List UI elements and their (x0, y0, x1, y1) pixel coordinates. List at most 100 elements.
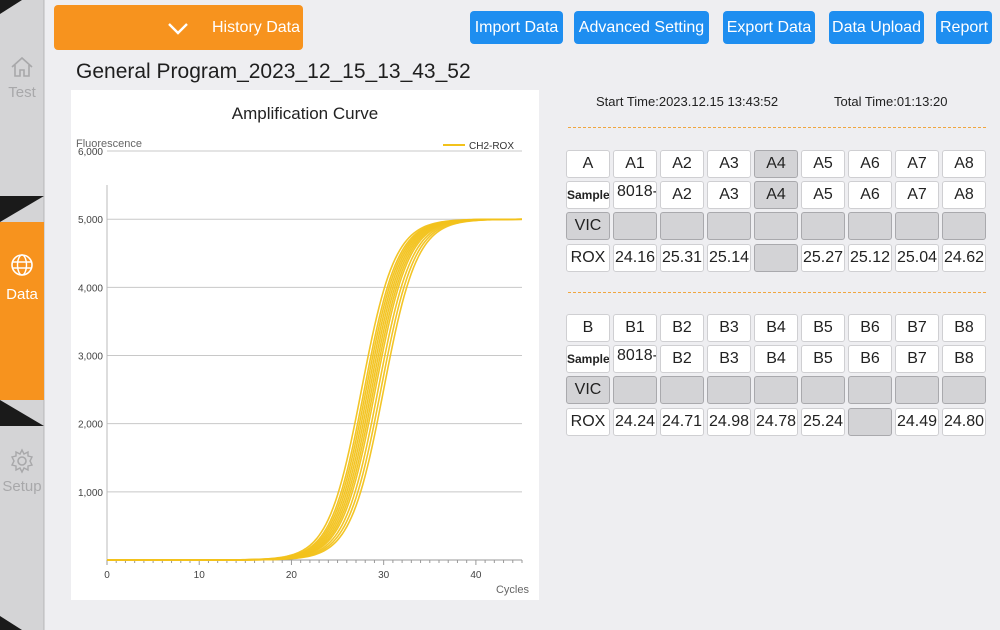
vic-ct-cell (895, 376, 939, 404)
well-button[interactable]: B5 (801, 314, 845, 342)
vic-ct-cell (942, 376, 986, 404)
rox-channel-button[interactable]: ROX (566, 244, 610, 272)
sample-label: Sample (566, 345, 610, 373)
x-tick-label: 10 (194, 570, 206, 581)
rox-channel-button[interactable]: ROX (566, 408, 610, 436)
vic-ct-cell (848, 212, 892, 240)
sample-cell[interactable]: 8018-01 (613, 181, 657, 209)
rox-ct-cell: 25.31 (660, 244, 704, 272)
rox-ct-cell: 24.49 (895, 408, 939, 436)
sample-cell[interactable]: B3 (707, 345, 751, 373)
vic-ct-cell (660, 212, 704, 240)
history-data-dropdown[interactable]: History Data (54, 5, 303, 50)
y-tick-label: 3,000 (78, 352, 103, 363)
corner-decoration (0, 616, 22, 630)
sample-cell[interactable]: A3 (707, 181, 751, 209)
well-button[interactable]: A5 (801, 150, 845, 178)
well-button[interactable]: B3 (707, 314, 751, 342)
rox-ct-cell (754, 244, 798, 272)
rox-ct-cell: 25.24 (801, 408, 845, 436)
legend-label: CH2-ROX (469, 141, 514, 152)
well-button[interactable]: B8 (942, 314, 986, 342)
sample-cell[interactable]: A5 (801, 181, 845, 209)
amplification-curve (107, 218, 523, 561)
sidebar-item-data[interactable]: Data (0, 222, 44, 400)
import-data-button[interactable]: Import Data (470, 11, 563, 44)
vic-ct-cell (660, 376, 704, 404)
rox-ct-cell: 24.71 (660, 408, 704, 436)
amplification-curve (107, 218, 523, 561)
well-button[interactable]: A7 (895, 150, 939, 178)
export-data-button[interactable]: Export Data (723, 11, 815, 44)
amplification-curve (107, 218, 522, 561)
well-button[interactable]: B2 (660, 314, 704, 342)
row-header[interactable]: A (566, 150, 610, 178)
vic-ct-cell (754, 376, 798, 404)
sample-cell[interactable]: B7 (895, 345, 939, 373)
well-button[interactable]: A1 (613, 150, 657, 178)
sidebar-item-label: Data (6, 286, 38, 303)
gear-icon (10, 448, 34, 474)
total-time: Total Time:01:13:20 (834, 94, 948, 109)
advanced-setting-button[interactable]: Advanced Setting (574, 11, 709, 44)
chart-title: Amplification Curve (232, 104, 378, 123)
well-button[interactable]: A4 (754, 150, 798, 178)
x-tick-label: 20 (286, 570, 298, 581)
sample-cell[interactable]: A7 (895, 181, 939, 209)
divider (568, 127, 986, 128)
sample-cell[interactable]: B6 (848, 345, 892, 373)
rox-ct-cell: 24.78 (754, 408, 798, 436)
vic-channel-button[interactable]: VIC (566, 212, 610, 240)
x-tick-label: 40 (470, 570, 482, 581)
amplification-curve (107, 218, 523, 561)
well-button[interactable]: B4 (754, 314, 798, 342)
divider (568, 292, 986, 293)
well-button[interactable]: A2 (660, 150, 704, 178)
sample-cell[interactable]: B4 (754, 345, 798, 373)
well-button[interactable]: A6 (848, 150, 892, 178)
well-button[interactable]: B6 (848, 314, 892, 342)
vic-ct-cell (895, 212, 939, 240)
sample-cell[interactable]: A4 (754, 181, 798, 209)
sidebar-item-label: Test (8, 84, 36, 101)
sample-cell[interactable]: 8018-01 (613, 345, 657, 373)
rox-ct-cell: 25.12 (848, 244, 892, 272)
vic-ct-cell (754, 212, 798, 240)
y-tick-label: 5,000 (78, 215, 103, 226)
x-tick-label: 0 (104, 570, 110, 581)
data-upload-button[interactable]: Data Upload (829, 11, 924, 44)
x-axis-label: Cycles (496, 584, 530, 596)
globe-icon (11, 254, 33, 276)
home-icon (11, 56, 33, 77)
well-button[interactable]: B7 (895, 314, 939, 342)
rox-ct-cell: 25.04 (895, 244, 939, 272)
sample-cell[interactable]: A8 (942, 181, 986, 209)
amplification-curve (107, 218, 523, 561)
amplification-curve (107, 218, 523, 561)
sidebar-item-test[interactable]: Test (0, 54, 44, 101)
sample-cell[interactable]: A6 (848, 181, 892, 209)
vic-ct-cell (707, 376, 751, 404)
rox-ct-cell (848, 408, 892, 436)
sample-cell[interactable]: B8 (942, 345, 986, 373)
row-header[interactable]: B (566, 314, 610, 342)
well-button[interactable]: B1 (613, 314, 657, 342)
rox-ct-cell: 24.16 (613, 244, 657, 272)
history-data-label: History Data (212, 19, 301, 36)
rox-ct-cell: 24.98 (707, 408, 751, 436)
vic-ct-cell (942, 212, 986, 240)
sample-cell[interactable]: B5 (801, 345, 845, 373)
vic-channel-button[interactable]: VIC (566, 376, 610, 404)
well-button[interactable]: A3 (707, 150, 751, 178)
y-tick-label: 2,000 (78, 420, 103, 431)
well-button[interactable]: A8 (942, 150, 986, 178)
corner-decoration (0, 0, 22, 14)
sample-cell[interactable]: A2 (660, 181, 704, 209)
vic-ct-cell (613, 212, 657, 240)
report-button[interactable]: Report (936, 11, 992, 44)
rox-ct-cell: 25.14 (707, 244, 751, 272)
sample-cell[interactable]: B2 (660, 345, 704, 373)
amplification-chart: Amplification CurveFluorescence1,0002,00… (76, 104, 530, 596)
sidebar-item-setup[interactable]: Setup (0, 448, 44, 495)
tab-notch-bottom (0, 400, 44, 426)
